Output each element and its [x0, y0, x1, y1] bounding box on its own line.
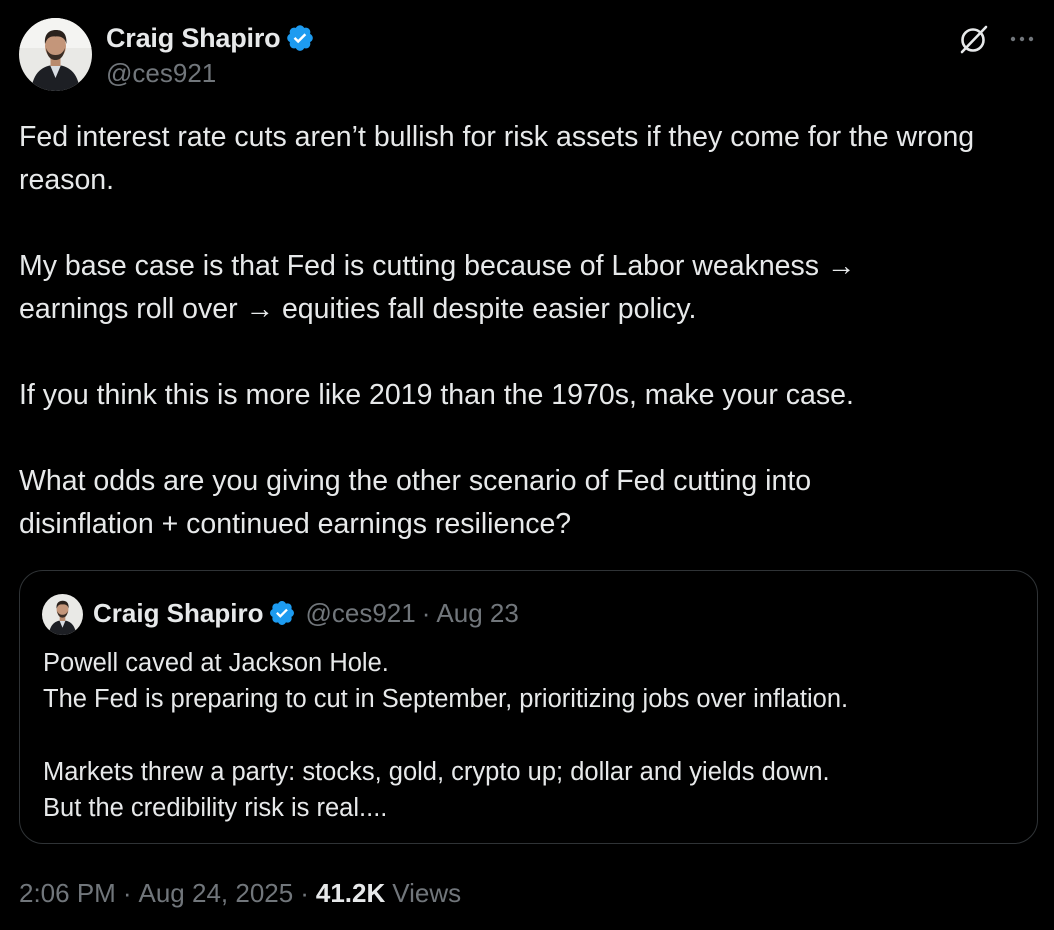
tweet-paragraph: My base case is that Fed is cutting beca…: [19, 250, 856, 325]
views-count[interactable]: 41.2K: [316, 878, 385, 909]
quoted-header: Craig Shapiro @ces921 · Aug 23: [93, 597, 519, 629]
verified-badge-icon[interactable]: [285, 23, 315, 53]
quoted-line: But the credibility risk is real....: [43, 794, 388, 822]
verified-badge-icon: [268, 599, 296, 627]
quoted-handle: @ces921: [305, 597, 416, 628]
quoted-line: The Fed is preparing to cut in September…: [43, 685, 849, 713]
tweet-date[interactable]: Aug 24, 2025: [139, 878, 294, 909]
quoted-display-name[interactable]: Craig Shapiro: [93, 598, 263, 629]
quoted-line: Markets threw a party: stocks, gold, cry…: [43, 758, 830, 786]
quoted-text: Powell caved at Jackson Hole. The Fed is…: [43, 645, 1023, 826]
quoted-separator: ·: [421, 597, 431, 628]
tweet-paragraph: Fed interest rate cuts aren’t bullish fo…: [19, 121, 975, 196]
tweet-paragraph: What odds are you giving the other scena…: [19, 465, 812, 540]
avatar[interactable]: [19, 18, 92, 91]
grok-icon[interactable]: [957, 22, 991, 56]
profile-photo-icon: [19, 18, 92, 91]
author-handle[interactable]: @ces921: [106, 58, 216, 89]
views-label: Views: [392, 877, 462, 908]
quoted-line: Powell caved at Jackson Hole.: [43, 649, 389, 677]
meta-separator: ·: [300, 877, 309, 908]
tweet-text: Fed interest rate cuts aren’t bullish fo…: [19, 116, 1029, 546]
author-display-name[interactable]: Craig Shapiro: [106, 23, 281, 54]
more-icon[interactable]: [1007, 24, 1037, 54]
tweet-time[interactable]: 2:06 PM: [19, 878, 116, 909]
tweet-meta: 2:06 PM · Aug 24, 2025 · 41.2K Views: [19, 875, 461, 911]
meta-separator: ·: [122, 877, 132, 908]
quoted-date[interactable]: Aug 23: [436, 598, 518, 629]
quoted-tweet-card[interactable]: Craig Shapiro @ces921 · Aug 23 Powell ca…: [19, 570, 1038, 844]
tweet-paragraph: If you think this is more like 2019 than…: [19, 379, 854, 411]
author-name-row: Craig Shapiro: [106, 22, 315, 54]
tweet: Craig Shapiro @ces921 Fed interest rate …: [0, 0, 1054, 930]
quoted-avatar[interactable]: [42, 594, 83, 635]
profile-photo-icon: [42, 594, 83, 635]
